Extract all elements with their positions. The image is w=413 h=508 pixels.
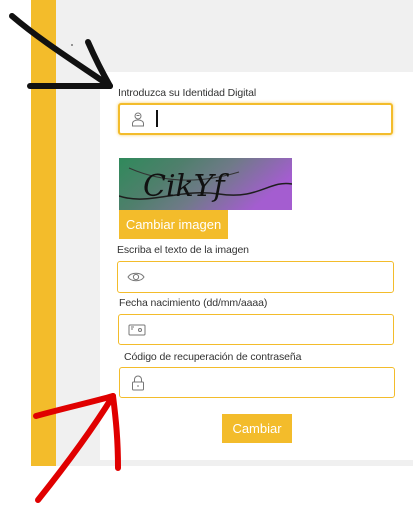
recovery-label: Código de recuperación de contraseña [124, 351, 302, 363]
change-image-button[interactable]: Cambiar imagen [119, 210, 228, 239]
identity-input[interactable] [154, 108, 383, 130]
captcha-input[interactable] [152, 265, 385, 289]
recovery-input[interactable] [154, 371, 386, 394]
captcha-input-label: Escriba el texto de la imagen [117, 244, 249, 256]
birth-label: Fecha nacimiento (dd/mm/aaaa) [119, 297, 268, 309]
captcha-image: CikYf [119, 158, 292, 210]
eye-icon [127, 268, 145, 286]
recovery-field[interactable] [119, 367, 395, 398]
text-cursor [156, 110, 158, 127]
user-icon [129, 110, 147, 128]
identity-label: Introduzca su Identidad Digital [118, 87, 257, 99]
submit-button[interactable]: Cambiar [222, 414, 292, 443]
left-accent-bar [31, 0, 56, 466]
id-card-icon [128, 321, 146, 339]
captcha-text: CikYf [143, 169, 230, 204]
lock-icon [129, 374, 147, 392]
birth-input[interactable] [153, 318, 385, 341]
identity-field[interactable] [118, 103, 393, 135]
captcha-field[interactable] [117, 261, 394, 293]
birth-field[interactable] [118, 314, 394, 345]
dot-mark [71, 44, 73, 46]
